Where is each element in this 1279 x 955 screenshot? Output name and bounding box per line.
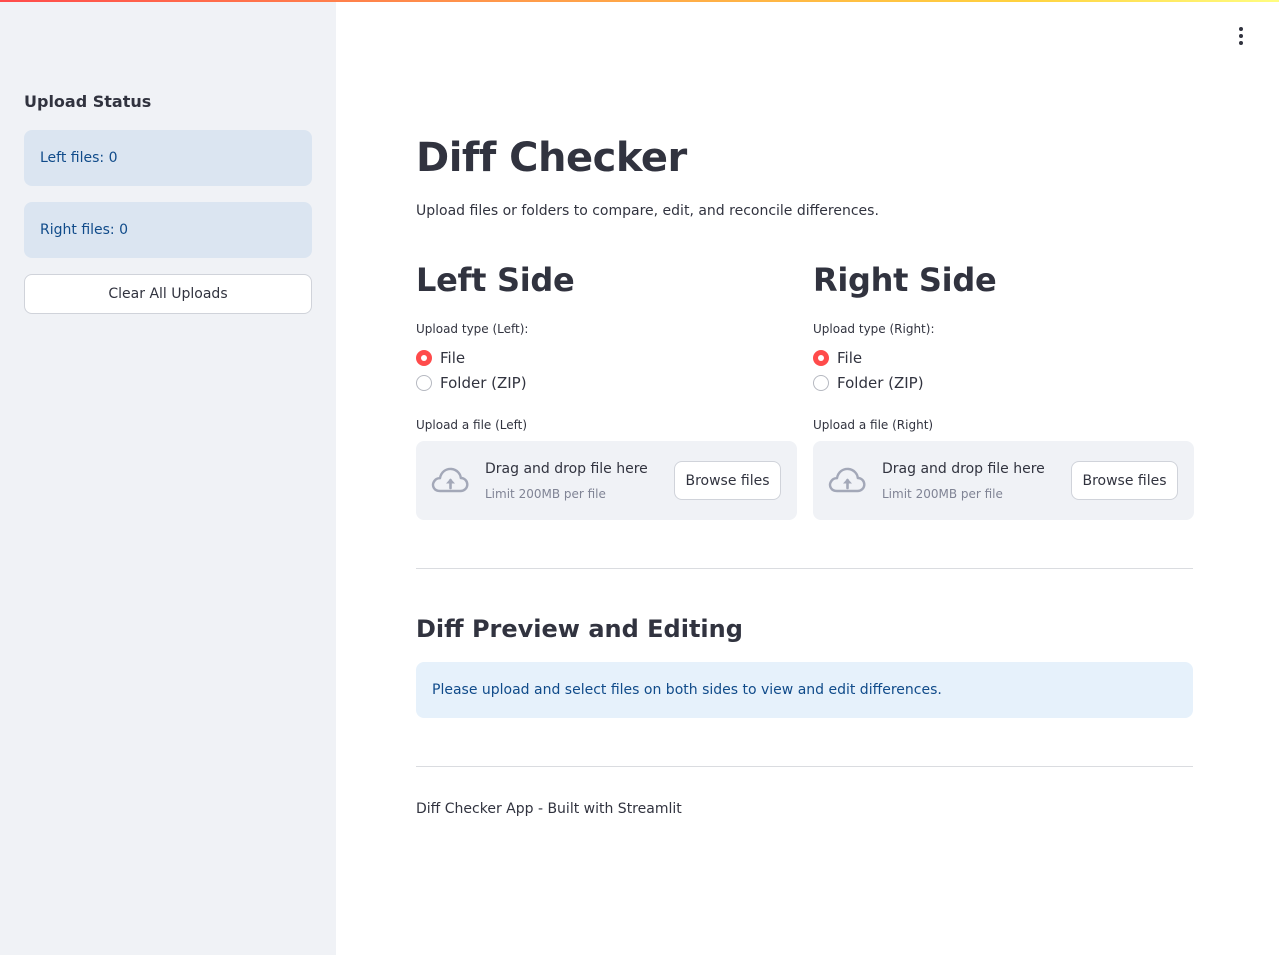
cloud-upload-icon <box>431 467 469 493</box>
top-decoration-bar <box>0 0 1279 2</box>
right-radio-file[interactable]: File <box>813 349 862 367</box>
right-browse-files-button[interactable]: Browse files <box>1071 461 1178 500</box>
left-file-dropzone[interactable]: Drag and drop file here Limit 200MB per … <box>416 441 797 520</box>
right-side-heading: Right Side <box>813 261 997 299</box>
diff-info-notice: Please upload and select files on both s… <box>416 662 1193 718</box>
radio-unchecked-icon <box>813 375 829 391</box>
footer-text: Diff Checker App - Built with Streamlit <box>416 801 682 817</box>
sidebar: Upload Status Left files: 0 Right files:… <box>0 0 336 955</box>
radio-unchecked-icon <box>416 375 432 391</box>
left-browse-files-button[interactable]: Browse files <box>674 461 781 500</box>
upload-type-left-label: Upload type (Left): <box>416 322 529 336</box>
upload-file-right-label: Upload a file (Right) <box>813 418 934 432</box>
page-title: Diff Checker <box>416 135 687 181</box>
upload-file-left-label: Upload a file (Left) <box>416 418 528 432</box>
radio-checked-icon <box>813 350 829 366</box>
radio-checked-icon <box>416 350 432 366</box>
divider <box>416 568 1193 569</box>
page-subtitle: Upload files or folders to compare, edit… <box>416 203 879 219</box>
main-content: Diff Checker Upload files or folders to … <box>416 0 1194 955</box>
cloud-upload-icon <box>828 467 866 493</box>
clear-all-uploads-button[interactable]: Clear All Uploads <box>24 274 312 314</box>
radio-label: File <box>440 349 466 367</box>
right-files-status: Right files: 0 <box>24 202 312 258</box>
left-files-status: Left files: 0 <box>24 130 312 186</box>
divider <box>416 766 1193 767</box>
dropzone-text: Drag and drop file here <box>882 461 1045 477</box>
right-side-column: Right Side Upload type (Right): File Fol… <box>813 256 1194 520</box>
dropzone-limit: Limit 200MB per file <box>882 487 1003 501</box>
right-radio-folder-zip[interactable]: Folder (ZIP) <box>813 374 924 392</box>
sidebar-title: Upload Status <box>24 92 152 111</box>
radio-label: Folder (ZIP) <box>837 374 924 392</box>
right-file-dropzone[interactable]: Drag and drop file here Limit 200MB per … <box>813 441 1194 520</box>
left-side-heading: Left Side <box>416 261 575 299</box>
radio-label: File <box>837 349 863 367</box>
left-radio-folder-zip[interactable]: Folder (ZIP) <box>416 374 527 392</box>
dropzone-limit: Limit 200MB per file <box>485 487 606 501</box>
upload-type-right-label: Upload type (Right): <box>813 322 935 336</box>
kebab-menu-icon[interactable] <box>1231 24 1251 48</box>
left-radio-file[interactable]: File <box>416 349 465 367</box>
diff-section-title: Diff Preview and Editing <box>416 615 743 643</box>
radio-label: Folder (ZIP) <box>440 374 527 392</box>
dropzone-text: Drag and drop file here <box>485 461 648 477</box>
left-side-column: Left Side Upload type (Left): File Folde… <box>416 256 797 520</box>
